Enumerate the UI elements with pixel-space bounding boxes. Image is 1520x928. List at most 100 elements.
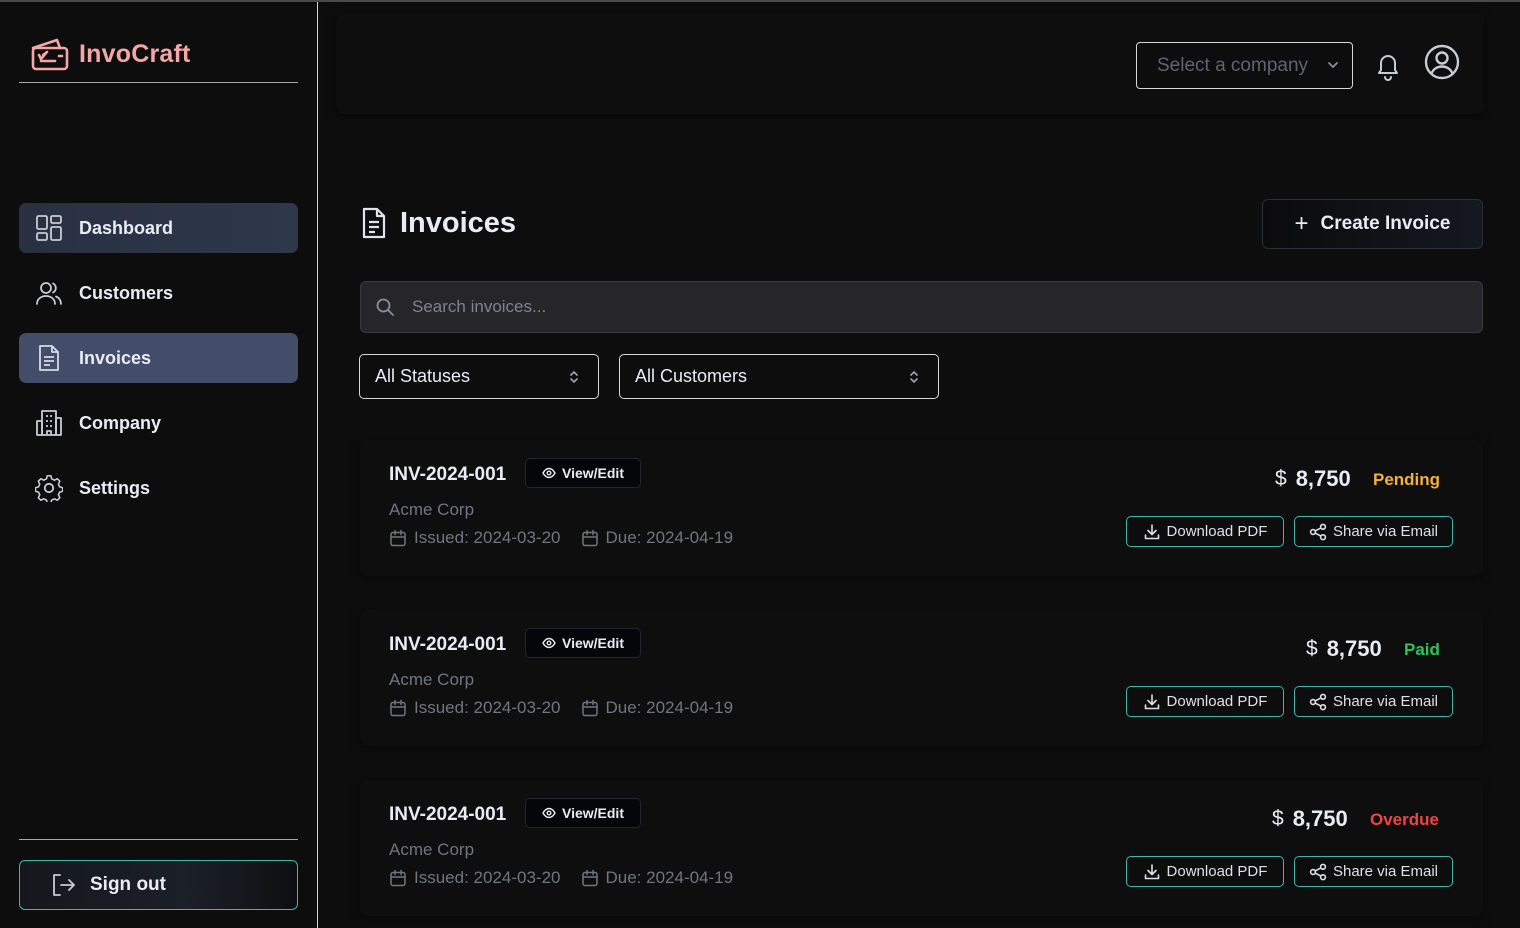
- share-icon: [1309, 863, 1327, 880]
- eye-icon: [542, 467, 556, 479]
- view-edit-label: View/Edit: [562, 465, 624, 481]
- due-date: Due: 2024-04-19: [605, 528, 734, 547]
- calendar-icon: [390, 869, 406, 887]
- view-edit-button[interactable]: View/Edit: [525, 458, 641, 488]
- status-badge: Pending: [1373, 470, 1441, 489]
- download-icon: [1144, 863, 1159, 879]
- sign-out-button[interactable]: Sign out: [19, 860, 298, 910]
- document-icon: [362, 207, 386, 239]
- sign-out-icon: [53, 874, 75, 896]
- sign-out-label: Sign out: [90, 874, 166, 895]
- customer-filter-select[interactable]: All Customers: [619, 354, 939, 399]
- share-icon: [1309, 523, 1327, 540]
- invoice-customer: Acme Corp: [389, 500, 475, 519]
- issued-date: Issued: 2024-03-20: [414, 698, 561, 717]
- download-pdf-button[interactable]: Download PDF: [1126, 516, 1284, 547]
- calendar-icon: [581, 529, 598, 547]
- invoice-amount: $8,750: [1306, 636, 1382, 662]
- view-edit-button[interactable]: View/Edit: [525, 628, 641, 658]
- sidebar-item-label: Company: [79, 412, 162, 433]
- eye-icon: [542, 807, 556, 819]
- invoice-number: INV-2024-001: [389, 634, 507, 655]
- due-date: Due: 2024-04-19: [605, 868, 734, 887]
- sidebar-item-customers[interactable]: Customers: [19, 268, 298, 318]
- invoice-number: INV-2024-001: [389, 804, 507, 825]
- download-pdf-label: Download PDF: [1166, 523, 1268, 540]
- invoice-dates: Issued: 2024-03-20 Due: 2024-04-19: [389, 868, 733, 888]
- invoice-customer: Acme Corp: [389, 840, 475, 859]
- invoice-card: INV-2024-001 View/Edit Acme Corp Issued: 20…: [360, 440, 1483, 576]
- share-icon: [1309, 693, 1327, 710]
- status-filter-value: All Statuses: [375, 366, 471, 386]
- customer-filter-value: All Customers: [635, 366, 748, 386]
- status-badge: Overdue: [1370, 810, 1439, 829]
- view-edit-button[interactable]: View/Edit: [525, 798, 641, 828]
- calendar-icon: [581, 869, 598, 887]
- share-email-label: Share via Email: [1332, 523, 1439, 540]
- invoice-dates: Issued: 2024-03-20 Due: 2024-04-19: [389, 698, 733, 718]
- chevron-down-icon: [1328, 62, 1338, 69]
- view-edit-label: View/Edit: [562, 805, 624, 821]
- company-select[interactable]: Select a company: [1136, 42, 1353, 89]
- sidebar-item-invoices[interactable]: Invoices: [19, 333, 298, 383]
- search-input[interactable]: [412, 297, 1412, 317]
- view-edit-label: View/Edit: [562, 635, 624, 651]
- status-badge: Paid: [1404, 640, 1440, 659]
- sidebar-bottom-divider: [19, 839, 298, 840]
- sidebar-item-company[interactable]: Company: [19, 398, 298, 448]
- plus-icon: +: [1294, 210, 1309, 237]
- invoice-dates: Issued: 2024-03-20 Due: 2024-04-19: [389, 528, 733, 548]
- users-icon: [34, 278, 64, 308]
- invoice-amount: $8,750: [1275, 466, 1351, 492]
- amount-value: 8,750: [1295, 466, 1351, 491]
- app-name: InvoCraft: [79, 39, 191, 68]
- chevron-up-down-icon: [570, 370, 578, 384]
- document-icon: [34, 343, 64, 373]
- calendar-icon: [581, 699, 598, 717]
- download-icon: [1144, 693, 1159, 709]
- invoice-card: INV-2024-001 View/Edit Acme Corp Issued: 20…: [360, 610, 1483, 746]
- currency-symbol: $: [1272, 807, 1284, 830]
- status-filter-select[interactable]: All Statuses: [359, 354, 599, 399]
- issued-date: Issued: 2024-03-20: [414, 528, 561, 547]
- user-avatar-icon[interactable]: [1424, 44, 1460, 80]
- share-email-label: Share via Email: [1332, 863, 1439, 880]
- download-pdf-label: Download PDF: [1166, 863, 1268, 880]
- calendar-icon: [390, 699, 406, 717]
- sidebar-item-label: Settings: [79, 477, 151, 498]
- invoice-amount: $8,750: [1272, 806, 1348, 832]
- download-pdf-label: Download PDF: [1166, 693, 1268, 710]
- sidebar-item-label: Dashboard: [79, 217, 174, 238]
- due-date: Due: 2024-04-19: [605, 698, 734, 717]
- sidebar-item-settings[interactable]: Settings: [19, 463, 298, 513]
- search-icon: [376, 298, 394, 316]
- company-select-value: Select a company: [1157, 54, 1309, 76]
- download-pdf-button[interactable]: Download PDF: [1126, 856, 1284, 887]
- invoice-card: INV-2024-001 View/Edit Acme Corp Issued: 20…: [360, 780, 1483, 916]
- chevron-up-down-icon: [910, 370, 918, 384]
- issued-date: Issued: 2024-03-20: [414, 868, 561, 887]
- building-icon: [34, 408, 64, 438]
- notification-bell-icon[interactable]: [1374, 51, 1402, 81]
- amount-value: 8,750: [1292, 806, 1348, 831]
- invoice-customer: Acme Corp: [389, 670, 475, 689]
- invoice-number: INV-2024-001: [389, 464, 507, 485]
- create-invoice-button[interactable]: + Create Invoice: [1262, 199, 1483, 249]
- share-email-label: Share via Email: [1332, 693, 1439, 710]
- brand[interactable]: InvoCraft: [30, 36, 191, 72]
- sidebar-item-label: Invoices: [79, 347, 152, 368]
- eye-icon: [542, 637, 556, 649]
- dashboard-grid-icon: [34, 213, 64, 243]
- currency-symbol: $: [1275, 467, 1287, 490]
- share-email-button[interactable]: Share via Email: [1294, 686, 1453, 717]
- search-bar: [360, 281, 1483, 333]
- share-email-button[interactable]: Share via Email: [1294, 856, 1453, 887]
- page-title-row: Invoices: [360, 206, 516, 240]
- create-invoice-label: Create Invoice: [1320, 213, 1451, 234]
- calendar-icon: [390, 529, 406, 547]
- sidebar-item-dashboard[interactable]: Dashboard: [19, 203, 298, 253]
- download-pdf-button[interactable]: Download PDF: [1126, 686, 1284, 717]
- sidebar-item-label: Customers: [79, 282, 174, 303]
- currency-symbol: $: [1306, 637, 1318, 660]
- share-email-button[interactable]: Share via Email: [1294, 516, 1453, 547]
